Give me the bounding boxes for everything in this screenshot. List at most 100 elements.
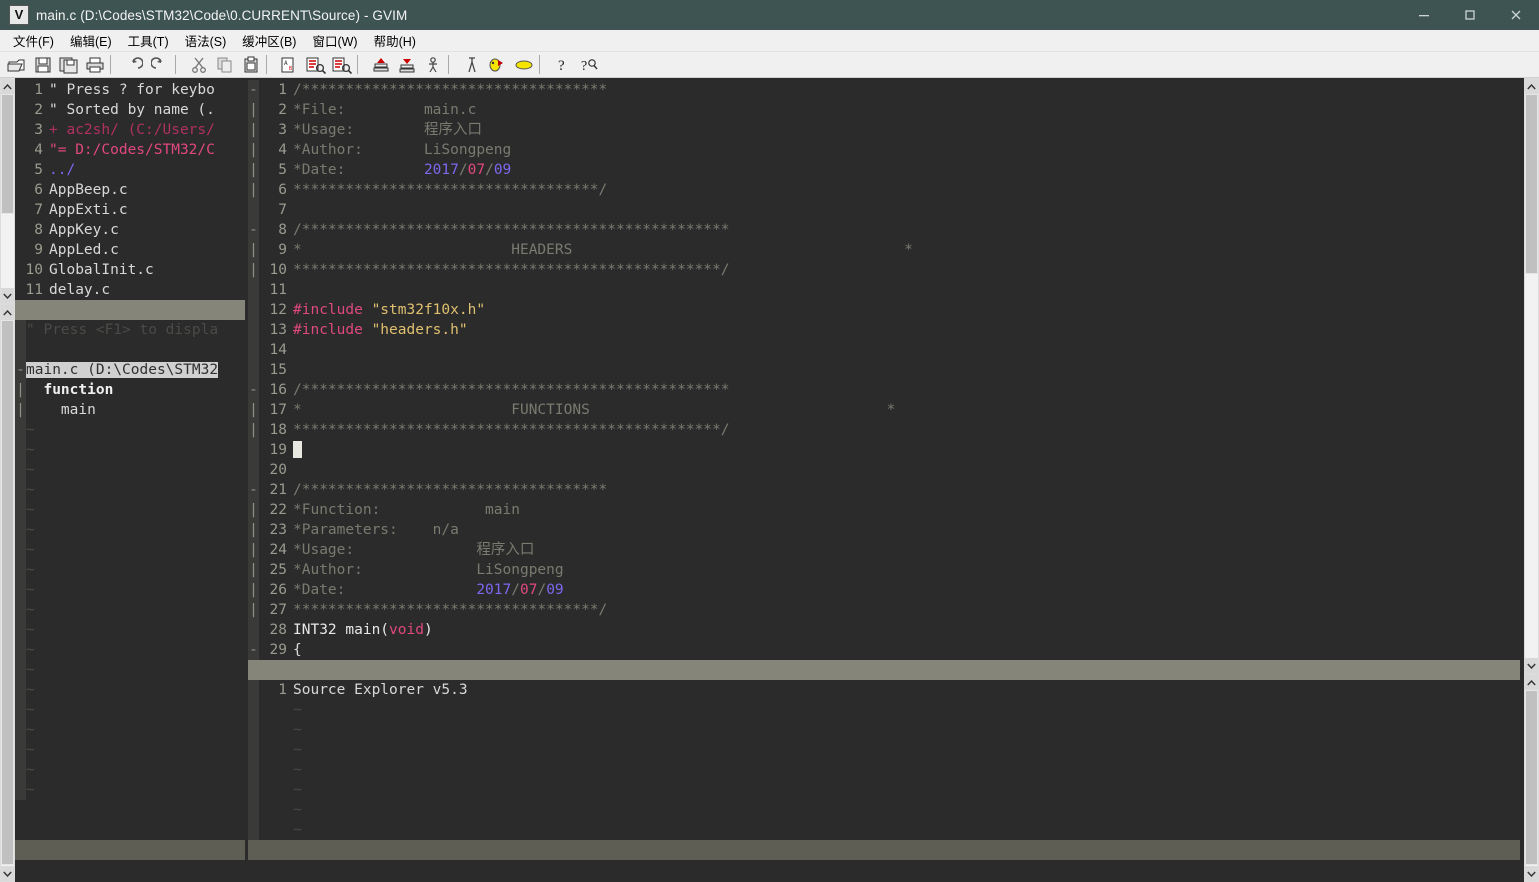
- fold-column-marker[interactable]: [15, 540, 26, 560]
- editor-line[interactable]: | 26 *Date: 2017/07/09: [248, 580, 1520, 600]
- fold-column-marker[interactable]: [248, 820, 259, 840]
- fold-column-marker[interactable]: [15, 680, 26, 700]
- fold-column-marker[interactable]: [248, 700, 259, 720]
- empty-line-marker[interactable]: ~: [15, 700, 245, 720]
- fold-column-marker[interactable]: [248, 340, 259, 360]
- help-icon[interactable]: ?: [550, 53, 576, 77]
- line-text[interactable]: ****************************************…: [293, 260, 1520, 280]
- print-icon[interactable]: [82, 53, 108, 77]
- editor-line[interactable]: 15: [248, 360, 1520, 380]
- editor-line[interactable]: | 23 *Parameters: n/a: [248, 520, 1520, 540]
- line-text[interactable]: *Date: 2017/07/09: [293, 580, 1520, 600]
- line-text[interactable]: ~: [293, 720, 1520, 740]
- fold-column-marker[interactable]: |: [248, 400, 259, 420]
- menu-item-buffers[interactable]: 缓冲区(B): [235, 29, 303, 52]
- fold-column-marker[interactable]: -: [248, 480, 259, 500]
- line-text[interactable]: AppBeep.c: [49, 180, 245, 200]
- editor-line[interactable]: | 4 *Author: LiSongpeng: [248, 140, 1520, 160]
- scroll-thumb[interactable]: [1, 320, 14, 865]
- editor-line[interactable]: 28 INT32 main(void): [248, 620, 1520, 640]
- empty-line-marker[interactable]: ~: [15, 660, 245, 680]
- line-text[interactable]: *File: main.c: [293, 100, 1520, 120]
- line-text[interactable]: INT32 main(void): [293, 620, 1520, 640]
- empty-line-marker[interactable]: ~: [15, 780, 245, 800]
- menu-item-tools[interactable]: 工具(T): [121, 29, 176, 52]
- run-script-icon[interactable]: [420, 53, 446, 77]
- line-text[interactable]: AppKey.c: [49, 220, 245, 240]
- empty-line-marker[interactable]: ~: [15, 600, 245, 620]
- line-text[interactable]: ~: [26, 500, 245, 520]
- make-icon[interactable]: [459, 53, 485, 77]
- editor-line[interactable]: 11: [248, 280, 1520, 300]
- line-text[interactable]: ****************************************…: [293, 420, 1520, 440]
- empty-line-marker[interactable]: ~: [248, 820, 1520, 840]
- line-text[interactable]: function: [26, 380, 245, 400]
- scroll-down-arrow[interactable]: [1525, 866, 1538, 881]
- line-text[interactable]: *Usage: 程序入口: [293, 540, 1520, 560]
- find-prev-icon[interactable]: [329, 53, 355, 77]
- line-text[interactable]: ~: [26, 740, 245, 760]
- fold-column-marker[interactable]: [15, 460, 26, 480]
- empty-line-marker[interactable]: ~: [15, 720, 245, 740]
- empty-line-marker[interactable]: ~: [248, 780, 1520, 800]
- line-text[interactable]: ~: [293, 740, 1520, 760]
- editor-line[interactable]: | 2 *File: main.c: [248, 100, 1520, 120]
- open-icon[interactable]: [4, 53, 30, 77]
- fold-column-marker[interactable]: [248, 740, 259, 760]
- build-tags-icon[interactable]: [485, 53, 511, 77]
- empty-line-marker[interactable]: ~: [15, 620, 245, 640]
- editor-line[interactable]: | 10 *************************************…: [248, 260, 1520, 280]
- fold-column-marker[interactable]: [15, 440, 26, 460]
- file-list-item[interactable]: 1 " Press ? for keybo: [15, 80, 245, 100]
- line-text[interactable]: /***************************************…: [293, 380, 1520, 400]
- find-next-icon[interactable]: [303, 53, 329, 77]
- editor-line[interactable]: | 25 *Author: LiSongpeng: [248, 560, 1520, 580]
- line-text[interactable]: main.c (D:\Codes\STM32: [26, 360, 245, 380]
- editor-line[interactable]: | 18 *************************************…: [248, 420, 1520, 440]
- fold-column-marker[interactable]: |: [248, 260, 259, 280]
- empty-line-marker[interactable]: ~: [15, 760, 245, 780]
- line-text[interactable]: ~: [293, 780, 1520, 800]
- empty-line-marker[interactable]: ~: [15, 500, 245, 520]
- fold-column-marker[interactable]: [15, 660, 26, 680]
- line-text[interactable]: AppExti.c: [49, 200, 245, 220]
- scroll-thumb[interactable]: [1, 94, 14, 214]
- filelist-scrollbar[interactable]: [0, 78, 15, 304]
- line-text[interactable]: ~: [26, 600, 245, 620]
- scroll-up-arrow[interactable]: [1525, 675, 1538, 690]
- file-list-item[interactable]: 8 AppKey.c: [15, 220, 245, 240]
- redo-icon[interactable]: [147, 53, 173, 77]
- line-text[interactable]: [293, 280, 1520, 300]
- jump-tag-icon[interactable]: [511, 53, 537, 77]
- fold-column-marker[interactable]: [15, 480, 26, 500]
- save-session-icon[interactable]: [394, 53, 420, 77]
- editor-line[interactable]: 12 #include "stm32f10x.h": [248, 300, 1520, 320]
- fold-column-marker[interactable]: |: [248, 500, 259, 520]
- fold-column-marker[interactable]: |: [248, 560, 259, 580]
- fold-column-marker[interactable]: |: [248, 100, 259, 120]
- fold-column-marker[interactable]: |: [248, 420, 259, 440]
- fold-column-marker[interactable]: |: [15, 380, 26, 400]
- fold-column-marker[interactable]: [248, 760, 259, 780]
- menu-item-syntax[interactable]: 语法(S): [178, 29, 234, 52]
- fold-column-marker[interactable]: |: [15, 400, 26, 420]
- fold-column-marker[interactable]: [15, 580, 26, 600]
- line-text[interactable]: ~: [26, 420, 245, 440]
- line-text[interactable]: Source Explorer v5.3: [293, 680, 1520, 700]
- fold-column-marker[interactable]: |: [248, 140, 259, 160]
- tag-list-item[interactable]: | function: [15, 380, 245, 400]
- scroll-down-arrow[interactable]: [1525, 658, 1538, 673]
- line-text[interactable]: #include "stm32f10x.h": [293, 300, 1520, 320]
- fold-column-marker[interactable]: [15, 640, 26, 660]
- fold-column-marker[interactable]: [15, 760, 26, 780]
- line-text[interactable]: ~: [26, 460, 245, 480]
- line-text[interactable]: ~: [26, 440, 245, 460]
- fold-column-marker[interactable]: [248, 460, 259, 480]
- fold-column-marker[interactable]: [15, 320, 26, 340]
- fold-column-marker[interactable]: |: [248, 120, 259, 140]
- line-text[interactable]: * FUNCTIONS *: [293, 400, 1520, 420]
- line-text[interactable]: AppLed.c: [49, 240, 245, 260]
- line-text[interactable]: + ac2sh/ (C:/Users/: [49, 120, 245, 140]
- fold-column-marker[interactable]: [248, 780, 259, 800]
- line-text[interactable]: ~: [26, 720, 245, 740]
